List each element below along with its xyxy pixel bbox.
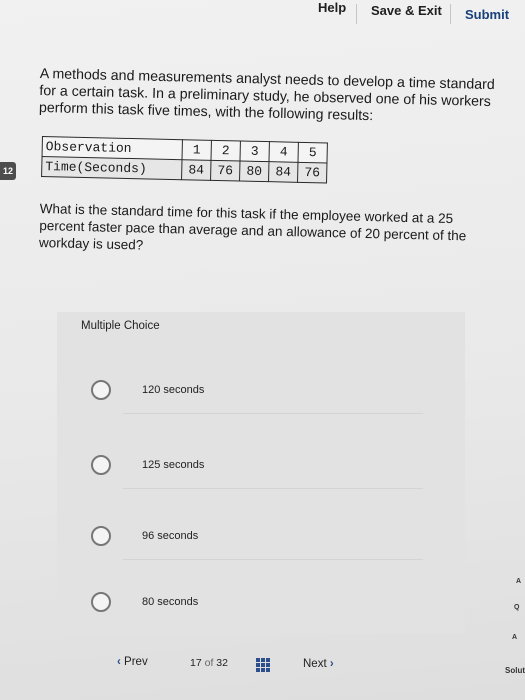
chevron-right-icon: ›	[329, 658, 334, 670]
screen: Help Save & Exit Submit 12 A methods and…	[0, 0, 525, 700]
radio-button[interactable]	[91, 380, 111, 400]
save-exit-button[interactable]: Save & Exit	[371, 3, 442, 18]
table-cell: 76	[297, 162, 327, 183]
side-mark: A	[512, 634, 518, 641]
radio-button[interactable]	[91, 455, 111, 475]
observation-table: Observation 1 2 3 4 5 Time(Seconds) 84 7…	[41, 136, 328, 184]
page-indicator: 17 of 32	[190, 657, 228, 669]
choice-option-3[interactable]: 96 seconds	[85, 522, 430, 560]
prev-label: Prev	[124, 656, 148, 668]
question-text: A methods and measurements analyst needs…	[38, 66, 495, 125]
radio-button[interactable]	[91, 592, 111, 612]
table-cell: 1	[181, 139, 212, 161]
table-cell: 2	[210, 140, 241, 161]
choice-option-4[interactable]: 80 seconds	[85, 588, 430, 622]
table-cell: 5	[297, 142, 328, 163]
chevron-left-icon: ‹	[117, 656, 121, 668]
choice-divider	[123, 413, 423, 414]
table-cell: 84	[268, 161, 298, 183]
header-divider	[356, 4, 357, 24]
table-cell: 80	[239, 160, 269, 182]
choice-label: 80 seconds	[142, 596, 199, 608]
help-button[interactable]: Help	[318, 0, 346, 15]
side-mark: Q	[514, 604, 520, 611]
question-number-tab[interactable]: 12	[0, 162, 16, 180]
choice-option-2[interactable]: 125 seconds	[85, 451, 430, 489]
table-row-header: Time(Seconds)	[41, 156, 182, 180]
choice-divider	[123, 559, 423, 560]
choice-option-1[interactable]: 120 seconds	[85, 376, 430, 414]
total-pages: 32	[216, 657, 228, 669]
prev-button[interactable]: ‹ Prev	[117, 656, 148, 668]
choice-label: 125 seconds	[142, 459, 205, 471]
choice-divider	[123, 488, 423, 489]
header-bar: Help Save & Exit Submit	[0, 0, 525, 32]
multiple-choice-title: Multiple Choice	[81, 320, 160, 332]
side-mark: A	[516, 578, 522, 585]
table-cell: 4	[268, 141, 299, 163]
side-panel-label[interactable]: Solut	[505, 666, 525, 675]
table-cell: 76	[210, 160, 240, 181]
header-divider	[450, 4, 451, 24]
table-cell: 84	[181, 159, 211, 181]
choice-label: 96 seconds	[142, 530, 199, 542]
question-grid-icon[interactable]	[256, 658, 270, 672]
next-label: Next	[303, 658, 327, 670]
next-button[interactable]: Next ›	[303, 658, 334, 670]
current-page: 17	[190, 657, 202, 669]
radio-button[interactable]	[91, 526, 111, 546]
choice-label: 120 seconds	[142, 384, 205, 396]
table-cell: 3	[239, 141, 270, 162]
submit-button[interactable]: Submit	[465, 7, 509, 22]
of-label: of	[204, 657, 214, 669]
question-prompt: What is the standard time for this task …	[38, 200, 467, 253]
